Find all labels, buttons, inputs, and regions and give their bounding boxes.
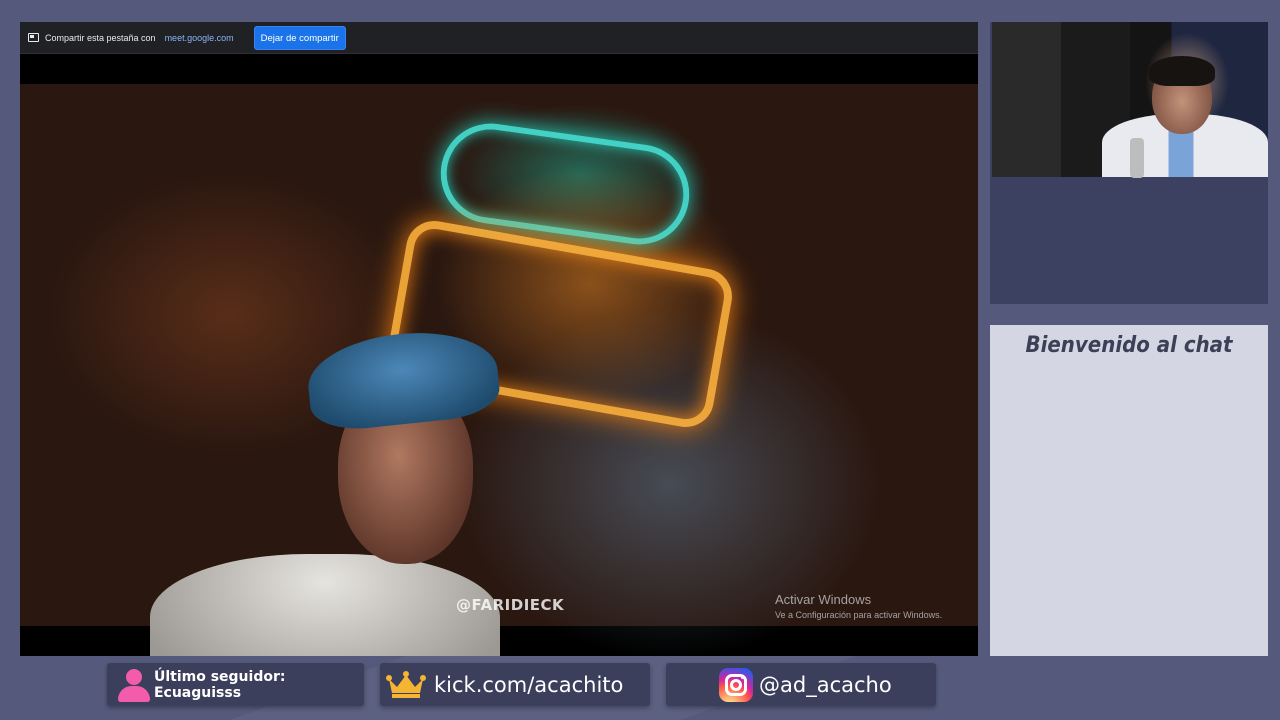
tab-share-icon: [28, 33, 39, 42]
last-follower-text: Último seguidor: Ecuaguisss: [153, 668, 286, 701]
instagram-box: @ad_acacho: [666, 663, 936, 706]
video-watermark: @FARIDIECK: [456, 596, 565, 614]
activate-windows-notice: Activar Windows Ve a Configuración para …: [775, 592, 942, 620]
last-follower-box: Último seguidor: Ecuaguisss: [107, 663, 364, 706]
kick-channel-text: kick.com/acachito: [434, 672, 624, 697]
stop-sharing-button[interactable]: Dejar de compartir: [253, 25, 346, 50]
instagram-icon: [719, 667, 753, 702]
man-shirt: [150, 554, 500, 656]
activate-windows-title: Activar Windows: [775, 592, 872, 607]
share-status-text: Compartir esta pestaña con: [45, 32, 156, 43]
webcam-feed: [992, 22, 1268, 178]
tab-share-bar: Compartir esta pestaña con meet.google.c…: [20, 22, 978, 54]
streamer-hair: [1149, 56, 1215, 86]
kick-box: kick.com/acachito: [380, 663, 650, 706]
shared-tab-panel: Compartir esta pestaña con meet.google.c…: [20, 22, 978, 656]
video-content[interactable]: @FARIDIECK Activar Windows Ve a Configur…: [20, 54, 978, 656]
microphone: [1130, 138, 1144, 178]
chat-title: Bienvenido al chat: [1025, 333, 1233, 358]
share-domain-link[interactable]: meet.google.com: [165, 33, 234, 43]
webcam-frame: [990, 22, 1268, 304]
activate-windows-subtitle: Ve a Configuración para activar Windows.: [775, 610, 943, 620]
instagram-handle-text: @ad_acacho: [759, 672, 892, 697]
crown-icon: [386, 670, 426, 698]
chat-panel: Bienvenido al chat: [990, 325, 1268, 656]
person-icon: [117, 668, 150, 702]
